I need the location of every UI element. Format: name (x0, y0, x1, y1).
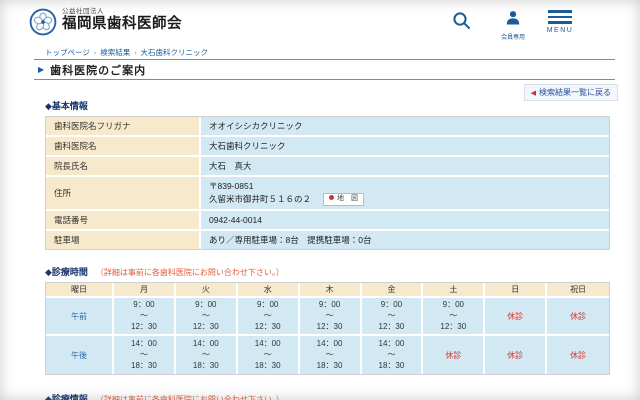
table-row: 駐車場あり／専用駐車場：8台 提携駐車場：0台 (46, 231, 609, 249)
closed-cell: 休診 (423, 336, 485, 374)
breadcrumb-separator: › (130, 50, 140, 57)
time-cell: 14：00～18：30 (176, 336, 238, 374)
closed-cell: 休診 (485, 298, 547, 336)
table-row: 歯科医院名大石歯科クリニック (46, 137, 609, 157)
hours-table: 曜日月火水木金土日祝日 午前9：00～12：309：00～12：309：00～1… (45, 282, 610, 375)
breadcrumb: トップページ›検索結果›大石歯科クリニック (45, 47, 208, 58)
back-link-label: 検索結果一覧に戻る (539, 88, 611, 97)
member-label: 会員専用 (499, 32, 527, 41)
member-login-button[interactable]: 会員専用 (499, 10, 527, 41)
hours-col-header: 水 (238, 283, 300, 298)
row-value: 大石歯科クリニック (201, 137, 609, 157)
daypart-label: 午前 (46, 298, 114, 336)
breadcrumb-item-2[interactable]: 検索結果 (100, 48, 130, 57)
org-name: 福岡県歯科医師会 (62, 17, 182, 33)
time-cell: 14：00～18：30 (114, 336, 176, 374)
time-cell: 14：00～18：30 (238, 336, 300, 374)
map-button[interactable]: 地 図 (323, 193, 364, 207)
hours-col-header: 木 (300, 283, 362, 298)
row-label: 駐車場 (46, 231, 201, 249)
hours-row: 午後14：00～18：3014：00～18：3014：00～18：3014：00… (46, 336, 609, 374)
hours-col-header: 金 (362, 283, 424, 298)
time-cell: 9：00～12：30 (114, 298, 176, 336)
row-label: 歯科医院名 (46, 137, 201, 157)
hours-col-header: 曜日 (46, 283, 114, 298)
search-icon (452, 11, 471, 30)
treatment-info-heading: ◆診療情報 （詳細は事前に各歯科医院にお問い合わせ下さい。） (45, 392, 610, 400)
menu-label: MENU (545, 27, 575, 34)
row-value: 大石 真大 (201, 157, 609, 177)
hamburger-icon (545, 10, 575, 24)
time-cell: 9：00～12：30 (423, 298, 485, 336)
time-cell: 14：00～18：30 (362, 336, 424, 374)
treatment-info-note: （詳細は事前に各歯科医院にお問い合わせ下さい。） (96, 395, 284, 400)
postal-code: 〒839-0851 (209, 180, 601, 193)
address-line: 久留米市御井町５１６の２地 図 (209, 193, 601, 207)
person-icon (505, 10, 521, 25)
row-label: 院長氏名 (46, 157, 201, 177)
table-row: 歯科医院名フリガナオオイシシカクリニック (46, 117, 609, 137)
time-cell: 9：00～12：30 (362, 298, 424, 336)
hours-row: 午前9：00～12：309：00～12：309：00～12：309：00～12：… (46, 298, 609, 336)
daypart-label: 午後 (46, 336, 114, 374)
row-value: あり／専用駐車場：8台 提携駐車場：0台 (201, 231, 609, 249)
row-label: 歯科医院名フリガナ (46, 117, 201, 137)
closed-cell: 休診 (547, 298, 609, 336)
site-header: 公益社団法人 福岡県歯科医師会 会員専用 MENU (0, 0, 640, 46)
table-row: 住所〒839-0851久留米市御井町５１６の２地 図 (46, 177, 609, 211)
hours-col-header: 土 (423, 283, 485, 298)
time-cell: 14：00～18：30 (300, 336, 362, 374)
breadcrumb-item-1[interactable]: トップページ (45, 48, 90, 57)
time-cell: 9：00～12：30 (176, 298, 238, 336)
row-label: 住所 (46, 177, 201, 211)
hours-note: （詳細は事前に各歯科医院にお問い合わせ下さい。） (96, 268, 284, 277)
breadcrumb-item-3: 大石歯科クリニック (141, 48, 209, 57)
org-identity: 公益社団法人 福岡県歯科医師会 (62, 8, 182, 33)
org-type: 公益社団法人 (62, 8, 182, 15)
row-label: 電話番号 (46, 211, 201, 231)
time-cell: 9：00～12：30 (238, 298, 300, 336)
back-arrow-icon: ◀ (531, 90, 536, 97)
closed-cell: 休診 (547, 336, 609, 374)
table-row: 院長氏名大石 真大 (46, 157, 609, 177)
hours-col-header: 月 (114, 283, 176, 298)
main-content: ◆基本情報 歯科医院名フリガナオオイシシカクリニック歯科医院名大石歯科クリニック… (45, 99, 610, 400)
menu-button[interactable]: MENU (545, 10, 575, 34)
hours-col-header: 火 (176, 283, 238, 298)
page-title: 歯科医院のご案内 (50, 62, 146, 78)
hours-heading-text: ◆診療時間 (45, 267, 88, 277)
treatment-info-heading-text: ◆診療情報 (45, 394, 88, 400)
row-value: 0942-44-0014 (201, 211, 609, 231)
time-cell: 9：00～12：30 (300, 298, 362, 336)
closed-cell: 休診 (485, 336, 547, 374)
hours-col-header: 日 (485, 283, 547, 298)
basic-info-heading: ◆基本情報 (45, 99, 610, 112)
table-row: 電話番号0942-44-0014 (46, 211, 609, 231)
association-logo-icon[interactable] (29, 8, 57, 36)
search-button[interactable] (450, 11, 472, 35)
row-value: オオイシシカクリニック (201, 117, 609, 137)
hours-heading: ◆診療時間 （詳細は事前に各歯科医院にお問い合わせ下さい。） (45, 265, 610, 278)
basic-info-table: 歯科医院名フリガナオオイシシカクリニック歯科医院名大石歯科クリニック院長氏名大石… (45, 116, 610, 250)
map-marker-icon (329, 195, 334, 200)
row-value: 〒839-0851久留米市御井町５１６の２地 図 (201, 177, 609, 211)
hours-col-header: 祝日 (547, 283, 609, 298)
page-title-bar: ▶ 歯科医院のご案内 (34, 59, 615, 80)
map-button-label: 地 図 (337, 195, 358, 202)
breadcrumb-separator: › (90, 50, 100, 57)
title-arrow-icon: ▶ (38, 65, 44, 74)
